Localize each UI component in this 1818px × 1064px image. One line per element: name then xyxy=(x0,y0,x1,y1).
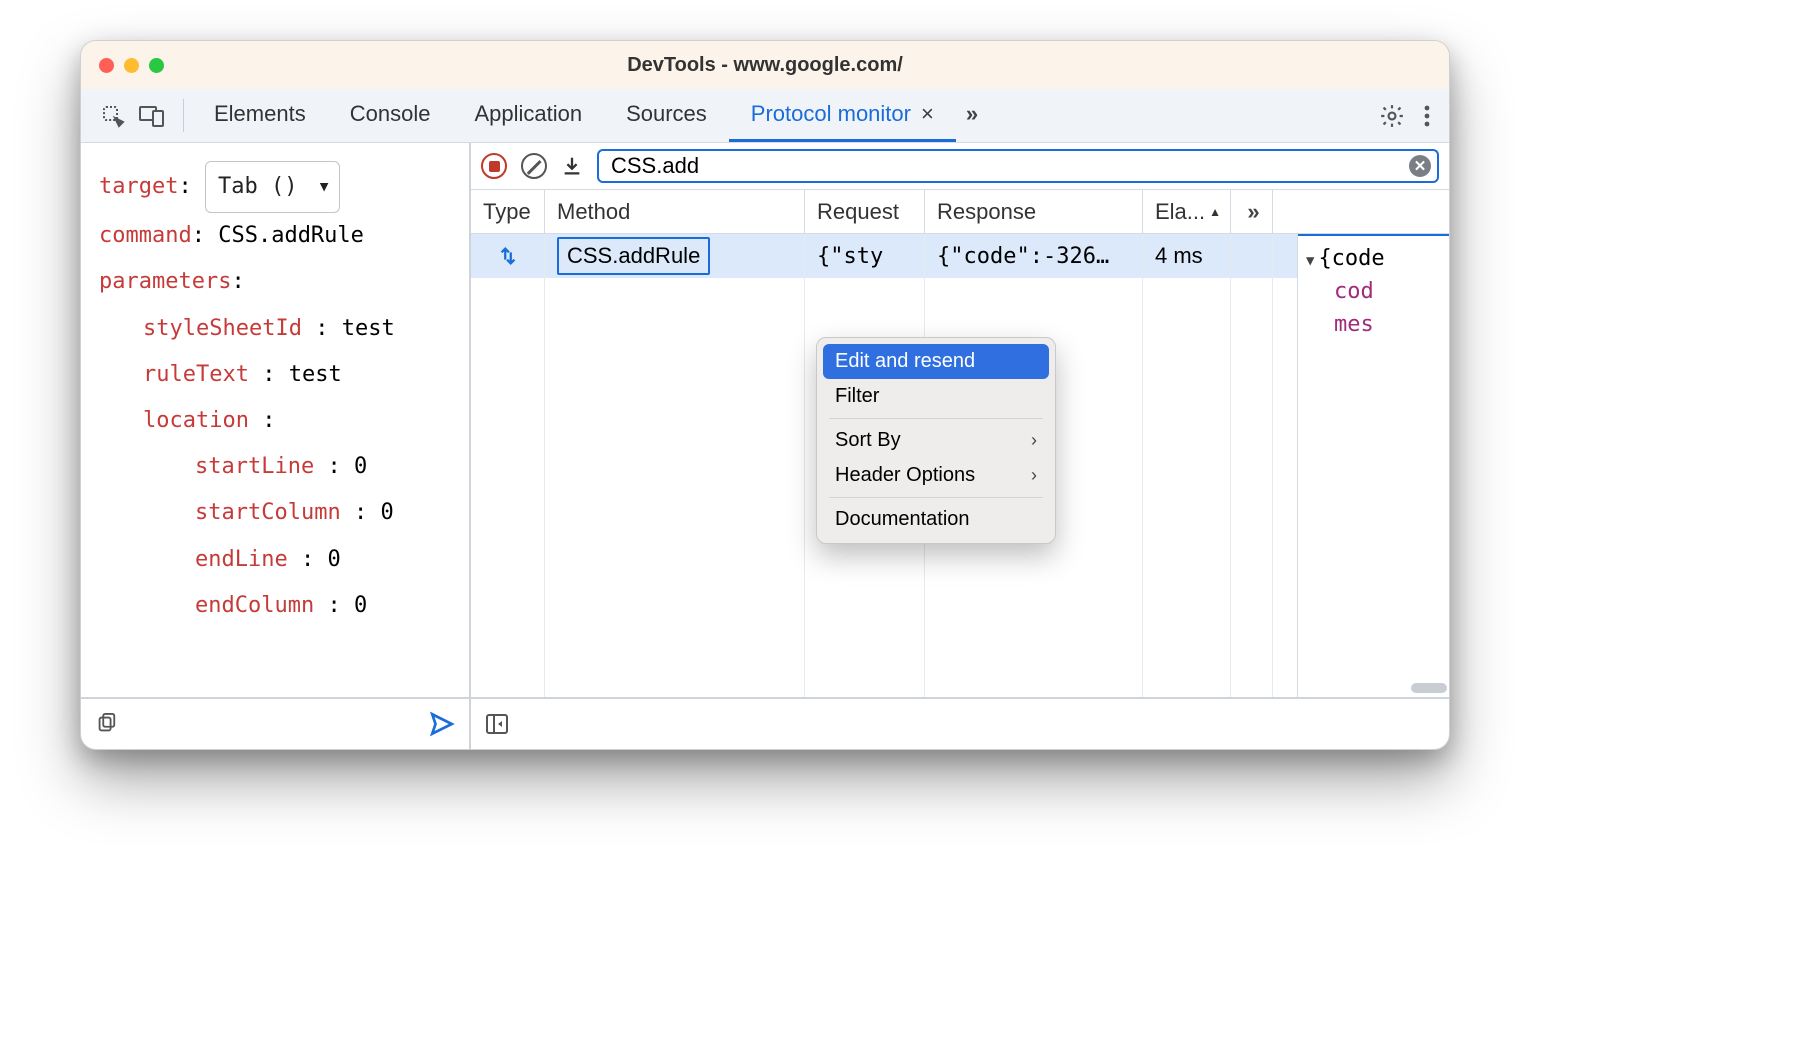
param-endline-key: endLine xyxy=(195,547,288,572)
param-ruletext-value[interactable]: test xyxy=(289,362,342,387)
separator xyxy=(183,99,184,132)
filter-input[interactable] xyxy=(611,153,1409,179)
json-key-message: mes xyxy=(1334,312,1374,337)
table-header: Type Method Request Response Ela...▲ » xyxy=(471,190,1449,234)
stop-square-icon xyxy=(489,161,500,172)
col-header-response[interactable]: Response xyxy=(925,190,1143,233)
copy-icon[interactable] xyxy=(95,713,117,735)
param-startline-value[interactable]: 0 xyxy=(354,454,367,479)
bidirectional-arrow-icon xyxy=(497,245,519,267)
param-endcolumn-key: endColumn xyxy=(195,593,314,618)
more-tabs-button[interactable]: » xyxy=(956,89,984,142)
col-header-details xyxy=(1273,190,1449,233)
tab-application[interactable]: Application xyxy=(452,89,604,142)
target-select[interactable]: Tab () ▾ xyxy=(205,161,340,213)
param-startcolumn-key: startColumn xyxy=(195,500,341,525)
elapsed-cell: 4 ms xyxy=(1143,234,1231,278)
chevron-double-right-icon: » xyxy=(966,101,974,127)
context-menu: Edit and resend Filter Sort By› Header O… xyxy=(816,337,1056,544)
menu-header-options[interactable]: Header Options› xyxy=(823,458,1049,493)
target-value: Tab () xyxy=(218,164,297,210)
tab-elements[interactable]: Elements xyxy=(192,89,328,142)
col-header-type[interactable]: Type xyxy=(471,190,545,233)
editor-footer xyxy=(81,697,469,749)
param-endcolumn-value[interactable]: 0 xyxy=(354,593,367,618)
tab-bar: Elements Console Application Sources Pro… xyxy=(81,89,1449,143)
inspect-icon[interactable] xyxy=(101,104,125,128)
monitor-footer xyxy=(471,697,1449,749)
clear-button[interactable] xyxy=(521,153,547,179)
settings-icon[interactable] xyxy=(1379,103,1405,129)
menu-separator xyxy=(829,418,1043,419)
window-controls xyxy=(99,58,164,73)
close-window-button[interactable] xyxy=(99,58,114,73)
titlebar: DevTools - www.google.com/ xyxy=(81,41,1449,89)
param-stylesheetid-value[interactable]: test xyxy=(342,316,395,341)
tab-console[interactable]: Console xyxy=(328,89,453,142)
param-startcolumn-value[interactable]: 0 xyxy=(380,500,393,525)
menu-filter[interactable]: Filter xyxy=(823,379,1049,414)
tab-label: Protocol monitor xyxy=(751,101,911,127)
kebab-menu-icon[interactable] xyxy=(1423,104,1431,128)
col-header-method[interactable]: Method xyxy=(545,190,805,233)
request-cell: {"sty xyxy=(805,234,925,278)
response-cell: {"code":-326… xyxy=(925,234,1143,278)
chevron-right-icon: › xyxy=(1031,430,1037,451)
command-editor-content: target: Tab () ▾ command: CSS.addRule pa… xyxy=(81,143,469,697)
menu-edit-resend[interactable]: Edit and resend xyxy=(823,344,1049,379)
json-root: {code xyxy=(1318,246,1384,271)
zoom-window-button[interactable] xyxy=(149,58,164,73)
close-tab-icon[interactable]: × xyxy=(921,101,934,127)
menu-separator xyxy=(829,497,1043,498)
device-toggle-icon[interactable] xyxy=(139,104,165,128)
devtools-window: DevTools - www.google.com/ Elements Cons… xyxy=(80,40,1450,750)
chevron-double-right-icon: » xyxy=(1247,199,1255,225)
filter-input-wrapper: ✕ xyxy=(597,149,1439,183)
window-title: DevTools - www.google.com/ xyxy=(81,54,1449,77)
minimize-window-button[interactable] xyxy=(124,58,139,73)
json-key-code: cod xyxy=(1334,279,1374,304)
main-area: target: Tab () ▾ command: CSS.addRule pa… xyxy=(81,143,1449,749)
param-startline-key: startLine xyxy=(195,454,314,479)
chevron-right-icon: › xyxy=(1031,465,1037,486)
horizontal-scrollbar[interactable] xyxy=(1411,683,1447,693)
command-value[interactable]: CSS.addRule xyxy=(218,223,364,248)
monitor-toolbar: ✕ xyxy=(471,143,1449,189)
parameters-label: parameters xyxy=(99,269,231,294)
tab-protocol-monitor[interactable]: Protocol monitor × xyxy=(729,89,956,142)
expand-triangle-icon[interactable]: ▼ xyxy=(1306,253,1314,269)
dropdown-caret-icon: ▾ xyxy=(317,164,330,210)
method-cell: CSS.addRule xyxy=(557,237,710,275)
command-label: command xyxy=(99,223,192,248)
command-editor-panel: target: Tab () ▾ command: CSS.addRule pa… xyxy=(81,143,471,749)
sort-caret-icon: ▲ xyxy=(1209,205,1221,219)
menu-documentation[interactable]: Documentation xyxy=(823,502,1049,537)
param-endline-value[interactable]: 0 xyxy=(327,547,340,572)
send-button[interactable] xyxy=(429,711,455,737)
tab-sources[interactable]: Sources xyxy=(604,89,729,142)
col-header-request[interactable]: Request xyxy=(805,190,925,233)
details-pane[interactable]: ▼{code cod mes xyxy=(1298,234,1449,347)
param-stylesheetid-key: styleSheetId xyxy=(143,316,302,341)
download-button[interactable] xyxy=(561,154,583,178)
col-header-elapsed[interactable]: Ela...▲ xyxy=(1143,190,1231,233)
param-location-label: location xyxy=(143,408,249,433)
menu-sort-by[interactable]: Sort By› xyxy=(823,423,1049,458)
toggle-sidebar-icon[interactable] xyxy=(485,712,509,736)
record-stop-button[interactable] xyxy=(481,153,507,179)
clear-input-icon[interactable]: ✕ xyxy=(1409,155,1431,177)
param-ruletext-key: ruleText xyxy=(143,362,249,387)
target-label: target xyxy=(99,174,178,199)
more-columns-button[interactable]: » xyxy=(1231,190,1273,233)
